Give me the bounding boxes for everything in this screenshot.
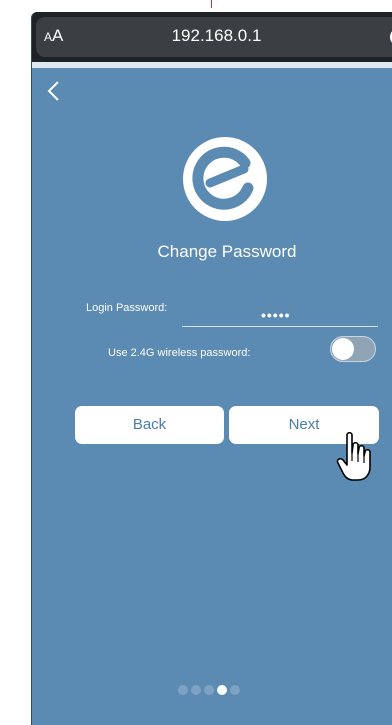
login-password-input[interactable]: ••••• — [261, 307, 291, 323]
phone-frame: AA 192.168.0.1 Change Password Login Pas… — [31, 12, 392, 725]
page-title: Change Password — [157, 242, 297, 261]
chevron-left-icon[interactable] — [44, 78, 64, 104]
page-dot — [178, 685, 188, 695]
page-indicator — [178, 685, 240, 695]
login-password-label: Login Password: — [86, 302, 168, 314]
page-dot — [217, 685, 227, 695]
url-text: 192.168.0.1 — [171, 26, 262, 45]
toolbar-divider — [32, 62, 392, 68]
back-button[interactable]: Back — [74, 405, 225, 445]
brand-logo-icon — [183, 137, 267, 221]
login-password-underline — [182, 326, 378, 327]
hand-pointer-icon — [336, 431, 371, 481]
toggle-knob — [332, 338, 354, 360]
edge-marker — [211, 0, 212, 8]
address-bar[interactable]: AA 192.168.0.1 — [36, 17, 392, 57]
wireless-password-toggle[interactable] — [330, 336, 376, 362]
page-dot — [204, 685, 214, 695]
page-dot — [191, 685, 201, 695]
screen: AA 192.168.0.1 Change Password Login Pas… — [0, 0, 392, 725]
page-dot — [230, 685, 240, 695]
browser-toolbar: AA 192.168.0.1 — [32, 12, 392, 62]
wireless-password-label: Use 2.4G wireless password: — [108, 347, 251, 359]
